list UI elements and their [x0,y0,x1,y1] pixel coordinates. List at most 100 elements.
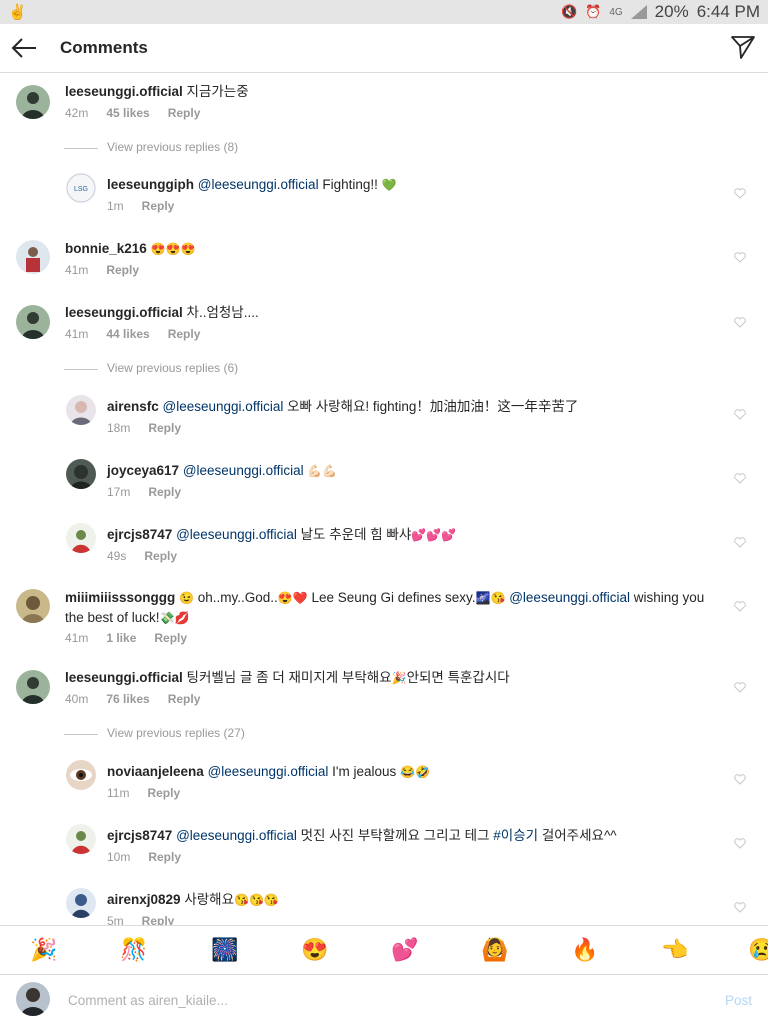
avatar[interactable] [66,395,96,425]
comment-time: 17m [107,485,131,499]
reply-button[interactable]: Reply [142,199,175,213]
like-heart-icon[interactable] [734,409,746,420]
fire-emoji-button[interactable]: 🔥 [571,936,599,964]
like-heart-icon[interactable] [734,537,746,548]
party-popper-emoji-button[interactable]: 🎉 [30,936,58,964]
mention-link[interactable]: @leeseunggi.official [176,828,297,843]
comment-meta: 1m Reply [107,199,174,213]
comment-time: 5m [107,914,124,925]
like-heart-icon[interactable] [734,317,746,328]
notification-icon: ✌ [8,4,27,21]
back-arrow-icon[interactable] [10,34,38,62]
like-heart-icon[interactable] [734,838,746,849]
reply-button[interactable]: Reply [154,631,187,645]
mention-link[interactable]: @leeseunggi.official [183,463,304,478]
crying-face-emoji-button[interactable]: 😢 [748,936,768,964]
comment-composer: Post [0,974,768,1024]
comment-emoji: 🌌😘 [475,591,506,605]
like-heart-icon[interactable] [734,682,746,693]
reply-button[interactable]: Reply [148,485,181,499]
likes-count[interactable]: 76 likes [106,692,149,706]
comment-emoji: 😂🤣 [400,765,430,779]
reply-button[interactable]: Reply [148,850,181,864]
reply-button[interactable]: Reply [168,106,201,120]
hashtag-link[interactable]: #이승기 [493,828,538,843]
avatar[interactable] [66,760,96,790]
avatar[interactable] [66,459,96,489]
comment-body: leeseunggi.official 지금가는중 [65,82,685,101]
comment-time: 10m [107,850,131,864]
comment-text: 오빠 사랑해요! fighting！加油加油！这一年辛苦了 [287,399,579,414]
heart-eyes-emoji-button[interactable]: 😍 [301,936,329,964]
divider-line [64,369,98,370]
comment-username[interactable]: airensfc [107,399,159,414]
comment-text: 날도 추운데 힘 빠샤 [300,527,412,542]
reply-button[interactable]: Reply [168,692,201,706]
direct-message-icon[interactable] [730,34,756,60]
comment-meta: 49s Reply [107,549,177,563]
comment-input[interactable] [66,988,670,1012]
avatar[interactable] [16,589,50,623]
likes-count[interactable]: 44 likes [106,327,149,341]
comment-username[interactable]: joyceya617 [107,463,179,478]
view-previous-replies[interactable]: View previous replies (8) [64,140,464,156]
avatar[interactable] [16,85,50,119]
mention-link[interactable]: @leeseunggi.official [208,764,329,779]
comment-username[interactable]: leeseunggiph [107,177,194,192]
like-heart-icon[interactable] [734,473,746,484]
fireworks-emoji-button[interactable]: 🎆 [211,936,239,964]
reply-button[interactable]: Reply [142,914,175,925]
emoji-quick-bar: 🎉 🎊 🎆 😍 💕 🙆 🔥 👈 😢 [0,925,768,975]
avatar[interactable] [66,824,96,854]
reply-button[interactable]: Reply [148,421,181,435]
comment-meta: 42m 45 likes Reply [65,106,200,120]
comment-username[interactable]: miiimiiisssonggg [65,590,175,605]
comment-username[interactable]: ejrcjs8747 [107,527,172,542]
avatar[interactable] [66,523,96,553]
pointing-hand-emoji-button[interactable]: 👈 [661,936,689,964]
avatar[interactable] [16,670,50,704]
avatar[interactable]: LSG [66,173,96,203]
reply-button[interactable]: Reply [106,263,139,277]
avatar[interactable] [16,305,50,339]
like-heart-icon[interactable] [734,601,746,612]
post-button[interactable]: Post [725,993,752,1008]
avatar[interactable] [16,240,50,274]
like-heart-icon[interactable] [734,902,746,913]
confetti-ball-emoji-button[interactable]: 🎊 [120,936,148,964]
two-hearts-emoji-button[interactable]: 💕 [391,936,419,964]
like-heart-icon[interactable] [734,188,746,199]
comment-meta: 41m 44 likes Reply [65,327,200,341]
comment-username[interactable]: bonnie_k216 [65,241,147,256]
comment-emoji: 😉 [179,591,194,605]
mention-link[interactable]: @leeseunggi.official [509,590,630,605]
comment-username[interactable]: leeseunggi.official [65,84,183,99]
comment-username[interactable]: ejrcjs8747 [107,828,172,843]
reply-button[interactable]: Reply [147,786,180,800]
likes-count[interactable]: 45 likes [106,106,149,120]
comment-time: 42m [65,106,89,120]
comment-username[interactable]: noviaanjeleena [107,764,204,779]
comment-emoji: 😍❤️ [277,591,308,605]
status-bar: ✌ 🔇 ⏰ 4G 20% 6:44 PM [0,0,768,24]
mention-link[interactable]: @leeseunggi.official [198,177,319,192]
mention-link[interactable]: @leeseunggi.official [163,399,284,414]
person-ok-emoji-button[interactable]: 🙆 [481,936,509,964]
comment-list[interactable]: leeseunggi.official 지금가는중 42m 45 likes R… [0,73,768,925]
avatar[interactable] [66,888,96,918]
reply-button[interactable]: Reply [168,327,201,341]
comment-body: airenxj0829 사랑해요😘😘😘 [107,890,727,910]
comment-username[interactable]: leeseunggi.official [65,670,183,685]
comment-username[interactable]: leeseunggi.official [65,305,183,320]
likes-count[interactable]: 1 like [106,631,136,645]
current-user-avatar [16,982,50,1016]
view-previous-replies[interactable]: View previous replies (27) [64,726,464,742]
view-previous-replies[interactable]: View previous replies (6) [64,361,464,377]
comment-meta: 10m Reply [107,850,181,864]
comment-username[interactable]: airenxj0829 [107,892,181,907]
mention-link[interactable]: @leeseunggi.official [176,527,297,542]
like-heart-icon[interactable] [734,774,746,785]
comment-body: leeseunggiph @leeseunggi.official Fighti… [107,175,727,195]
reply-button[interactable]: Reply [144,549,177,563]
like-heart-icon[interactable] [734,252,746,263]
